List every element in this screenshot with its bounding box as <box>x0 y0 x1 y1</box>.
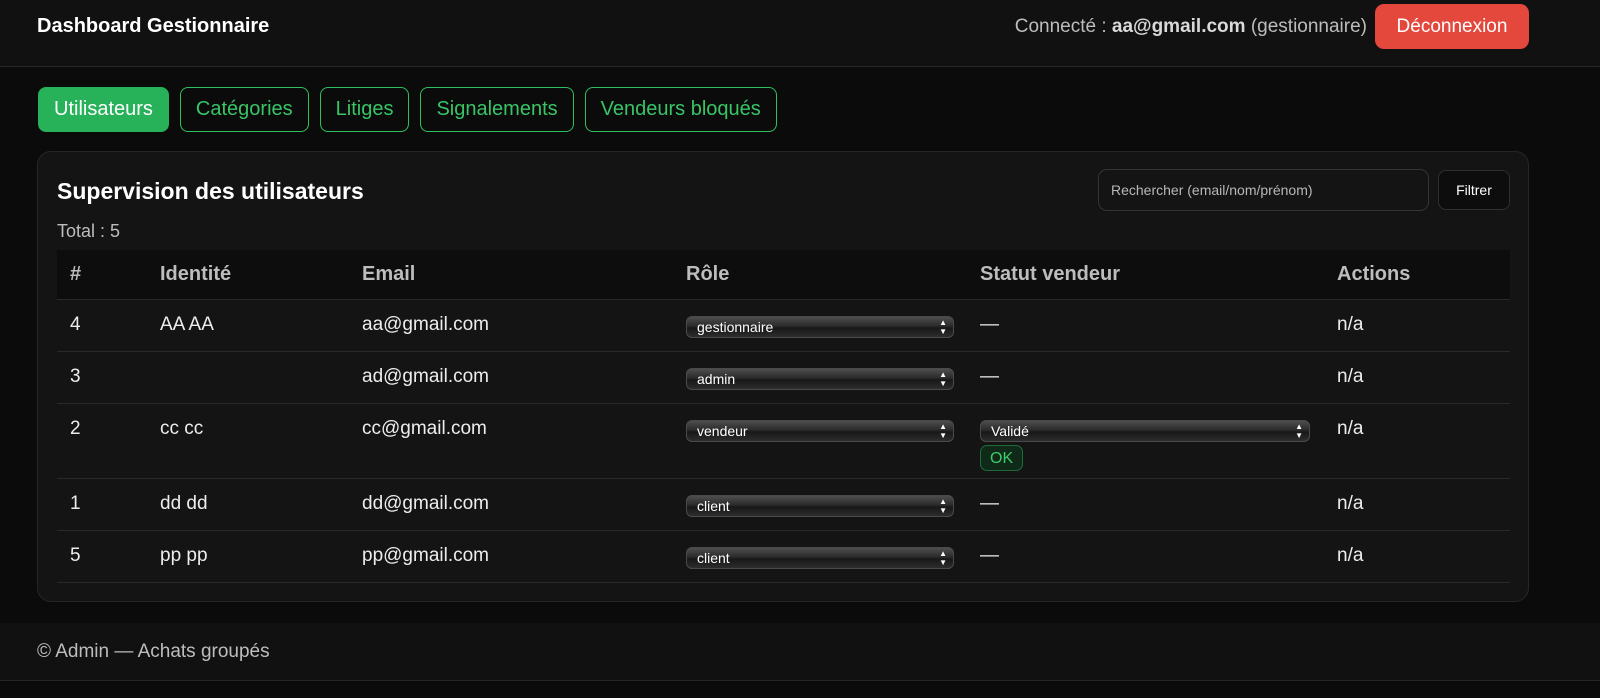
select-arrows-icon: ▲ ▼ <box>939 370 947 388</box>
select-arrows-icon: ▲ ▼ <box>939 497 947 515</box>
cell-email: dd@gmail.com <box>349 478 673 531</box>
cell-id: 4 <box>57 299 147 352</box>
connected-label: Connecté : <box>1014 16 1107 37</box>
cell-id: 5 <box>57 530 147 583</box>
cell-actions: n/a <box>1324 403 1510 479</box>
table-row: 1 dd dd dd@gmail.com client ▲ ▼ — n/a <box>57 478 1510 531</box>
column-header-role: Rôle <box>673 250 967 300</box>
users-table: # Identité Email Rôle Statut vendeur Act… <box>57 250 1510 583</box>
role-select-value: vendeur <box>697 423 748 439</box>
users-panel: Supervision des utilisateurs Filtrer Tot… <box>37 151 1529 602</box>
role-select[interactable]: admin ▲ ▼ <box>686 368 954 390</box>
cell-actions: n/a <box>1324 530 1510 583</box>
cell-identity: pp pp <box>147 530 349 583</box>
vendor-ok-badge: OK <box>980 445 1024 471</box>
tab-utilisateurs[interactable]: Utilisateurs <box>38 87 169 132</box>
select-arrows-icon: ▲ ▼ <box>939 549 947 567</box>
cell-actions: n/a <box>1324 478 1510 531</box>
role-select-value: gestionnaire <box>697 319 774 335</box>
cell-actions: n/a <box>1324 299 1510 352</box>
app-title: Dashboard Gestionnaire <box>37 15 270 37</box>
cell-email: cc@gmail.com <box>349 403 673 479</box>
role-select-value: admin <box>697 371 736 387</box>
cell-id: 2 <box>57 403 147 479</box>
logout-button[interactable]: Déconnexion <box>1375 4 1529 49</box>
table-row: 3 ad@gmail.com admin ▲ ▼ — n/a <box>57 351 1510 404</box>
tab-bar: Utilisateurs Catégories Litiges Signalem… <box>38 87 777 132</box>
vendor-status-select[interactable]: Validé ▲ ▼ <box>980 420 1310 442</box>
table-row: 5 pp pp pp@gmail.com client ▲ ▼ — n/a <box>57 530 1510 583</box>
role-select-value: client <box>697 498 730 514</box>
total-count: Total : 5 <box>57 221 121 241</box>
role-select[interactable]: vendeur ▲ ▼ <box>686 420 954 442</box>
cell-vendor-status: — <box>967 478 1324 531</box>
cell-vendor-status: — <box>967 351 1324 404</box>
cell-identity <box>147 351 349 404</box>
cell-vendor-status: — <box>967 530 1324 583</box>
cell-vendor-status: — <box>967 299 1324 352</box>
top-bar: Dashboard Gestionnaire Connecté : aa@gma… <box>0 0 1600 67</box>
column-header-vendor-status: Statut vendeur <box>967 250 1324 300</box>
role-select[interactable]: gestionnaire ▲ ▼ <box>686 316 954 338</box>
tab-vendeurs-bloques[interactable]: Vendeurs bloqués <box>584 87 777 132</box>
footer: © Admin — Achats groupés <box>0 623 1600 681</box>
column-header-number: # <box>57 250 147 300</box>
table-row: 4 AA AA aa@gmail.com gestionnaire ▲ ▼ — n/… <box>57 299 1510 352</box>
column-header-actions: Actions <box>1324 250 1510 300</box>
role-select[interactable]: client ▲ ▼ <box>686 547 954 569</box>
cell-vendor-status: Validé ▲ ▼ OK <box>967 403 1324 479</box>
table-header-row: # Identité Email Rôle Statut vendeur Act… <box>57 250 1510 300</box>
vendor-status-select-value: Validé <box>991 423 1029 439</box>
panel-title: Supervision des utilisateurs <box>57 178 364 204</box>
search-input[interactable] <box>1098 169 1429 211</box>
session-info: Connecté : aa@gmail.com (gestionnaire) <box>1015 16 1367 38</box>
current-user-email: aa@gmail.com <box>1111 16 1246 37</box>
role-select-value: client <box>697 550 730 566</box>
footer-copyright: © Admin — Achats groupés <box>37 641 270 662</box>
cell-identity: AA AA <box>147 299 349 352</box>
cell-actions: n/a <box>1324 351 1510 404</box>
tab-signalements[interactable]: Signalements <box>420 87 574 132</box>
cell-identity: dd dd <box>147 478 349 531</box>
cell-identity: cc cc <box>147 403 349 479</box>
select-arrows-icon: ▲ ▼ <box>1295 422 1303 440</box>
role-select[interactable]: client ▲ ▼ <box>686 495 954 517</box>
cell-email: aa@gmail.com <box>349 299 673 352</box>
column-header-identity: Identité <box>147 250 349 300</box>
tab-litiges[interactable]: Litiges <box>319 87 410 132</box>
column-header-email: Email <box>349 250 673 300</box>
tab-categories[interactable]: Catégories <box>179 87 309 132</box>
select-arrows-icon: ▲ ▼ <box>939 422 947 440</box>
cell-id: 3 <box>57 351 147 404</box>
cell-email: ad@gmail.com <box>349 351 673 404</box>
filter-button[interactable]: Filtrer <box>1438 170 1510 210</box>
current-user-role: (gestionnaire) <box>1250 16 1367 37</box>
table-row: 2 cc cc cc@gmail.com vendeur ▲ ▼ Validé ▲ ▼ … <box>57 403 1510 479</box>
cell-id: 1 <box>57 478 147 531</box>
select-arrows-icon: ▲ ▼ <box>939 318 947 336</box>
cell-email: pp@gmail.com <box>349 530 673 583</box>
